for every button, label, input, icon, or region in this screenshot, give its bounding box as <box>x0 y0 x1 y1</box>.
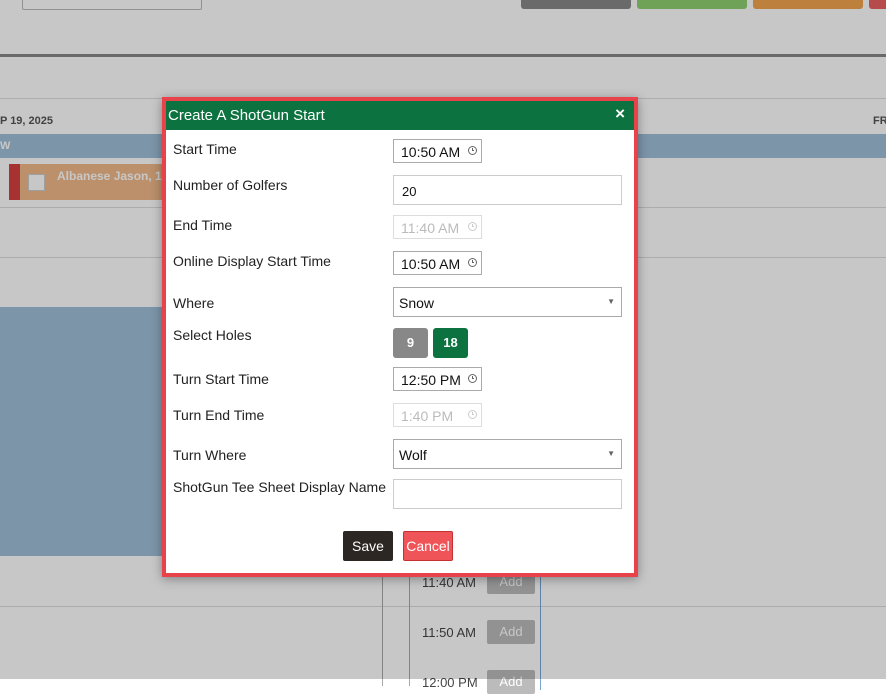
turn-where-value: Wolf <box>399 447 427 463</box>
where-label: Where <box>173 295 215 311</box>
clock-icon[interactable] <box>468 146 477 155</box>
turn-end-time-value: 1:40 PM <box>401 408 454 424</box>
start-time-label: Start Time <box>173 141 237 157</box>
online-display-label: Online Display Start Time <box>173 253 331 269</box>
caret-down-icon: ▼ <box>607 449 615 458</box>
num-golfers-input[interactable]: 20 <box>393 175 622 205</box>
select-holes-label: Select Holes <box>173 327 252 343</box>
turn-end-time-picker: 1:40 PM <box>393 403 482 427</box>
where-value: Snow <box>399 295 435 311</box>
holes-9-button[interactable]: 9 <box>393 328 428 358</box>
end-time-label: End Time <box>173 217 233 233</box>
modal-title: Create A ShotGun Start <box>168 107 325 124</box>
clock-icon[interactable] <box>468 374 477 383</box>
num-golfers-label: Number of Golfers <box>173 177 288 193</box>
display-name-label: ShotGun Tee Sheet Display Name <box>173 479 386 495</box>
cancel-button[interactable]: Cancel <box>403 531 453 561</box>
save-button[interactable]: Save <box>343 531 393 561</box>
start-time-picker[interactable]: 10:50 AM <box>393 139 482 163</box>
holes-18-button[interactable]: 18 <box>433 328 468 358</box>
where-select[interactable]: Snow ▼ <box>393 287 622 317</box>
turn-start-time-picker[interactable]: 12:50 PM <box>393 367 482 391</box>
end-time-picker: 11:40 AM <box>393 215 482 239</box>
turn-where-select[interactable]: Wolf ▼ <box>393 439 622 469</box>
turn-where-label: Turn Where <box>173 447 247 463</box>
online-display-time-value: 10:50 AM <box>401 256 461 272</box>
turn-start-time-value: 12:50 PM <box>401 372 461 388</box>
num-golfers-value: 20 <box>402 184 417 199</box>
turn-start-label: Turn Start Time <box>173 371 269 387</box>
clock-icon <box>468 410 477 419</box>
modal-header: Create A ShotGun Start × <box>166 101 634 130</box>
online-display-time-picker[interactable]: 10:50 AM <box>393 251 482 275</box>
clock-icon <box>468 222 477 231</box>
turn-end-label: Turn End Time <box>173 407 265 423</box>
clock-icon[interactable] <box>468 258 477 267</box>
start-time-value: 10:50 AM <box>401 144 461 160</box>
close-icon[interactable]: × <box>615 104 625 124</box>
display-name-input[interactable] <box>393 479 622 509</box>
end-time-value: 11:40 AM <box>401 220 460 236</box>
caret-down-icon: ▼ <box>607 297 615 306</box>
shotgun-start-modal: Create A ShotGun Start × Start Time 10:5… <box>162 97 638 577</box>
